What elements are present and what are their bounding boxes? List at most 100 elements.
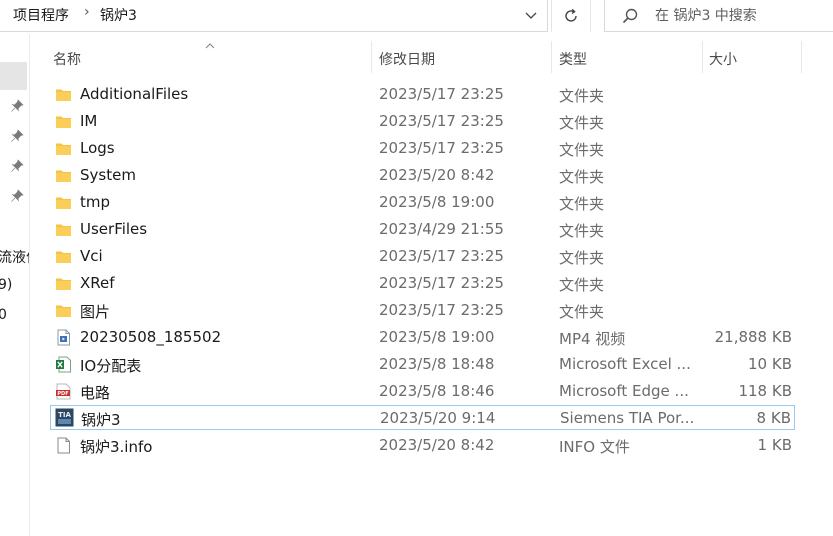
pdf-file-icon: PDF — [55, 383, 72, 400]
file-type: 文件夹 — [559, 168, 605, 186]
file-row[interactable]: IO分配表 2023/5/8 18:48 Microsoft Excel ... 10… — [50, 352, 795, 377]
breadcrumb-separator[interactable]: › — [84, 4, 90, 20]
file-name: Vci — [80, 247, 103, 265]
file-name: 锅炉3 — [81, 411, 121, 429]
sort-ascending-icon — [204, 38, 216, 54]
file-modified-date: 2023/5/8 18:48 — [379, 355, 495, 373]
column-divider[interactable] — [371, 41, 372, 73]
file-type: INFO 文件 — [559, 438, 630, 456]
nav-item-label[interactable]: 0 — [0, 307, 7, 323]
column-headers: 名称 修改日期 类型 大小 — [30, 38, 833, 76]
video-file-icon — [55, 329, 72, 346]
file-type: 文件夹 — [559, 222, 605, 240]
pin-icon[interactable] — [10, 159, 24, 173]
column-header-size[interactable]: 大小 — [709, 49, 737, 69]
search-input[interactable]: 在 锅炉3 中搜索 — [604, 0, 833, 32]
navigation-pane: 流液位 9) 0 — [0, 34, 30, 536]
file-row[interactable]: Vci 2023/5/17 23:25 文件夹 — [50, 244, 795, 269]
file-name: AdditionalFiles — [80, 85, 189, 103]
file-row[interactable]: Logs 2023/5/17 23:25 文件夹 — [50, 136, 795, 161]
file-modified-date: 2023/5/17 23:25 — [379, 85, 504, 103]
file-row[interactable]: AdditionalFiles 2023/5/17 23:25 文件夹 — [50, 82, 795, 107]
file-type: Microsoft Excel ... — [559, 355, 691, 373]
folder-icon — [55, 248, 72, 265]
file-name: UserFiles — [80, 220, 148, 238]
column-divider[interactable] — [702, 41, 703, 73]
file-modified-date: 2023/5/17 23:25 — [379, 274, 504, 292]
folder-icon — [55, 86, 72, 103]
file-type: MP4 视频 — [559, 330, 626, 348]
file-name: 电路 — [80, 384, 111, 402]
file-modified-date: 2023/5/17 23:25 — [379, 139, 504, 157]
file-modified-date: 2023/5/20 9:14 — [380, 409, 496, 427]
folder-icon — [55, 167, 72, 184]
file-name: 20230508_185502 — [80, 328, 222, 346]
file-name: tmp — [80, 193, 111, 211]
file-row[interactable]: PDF 电路 2023/5/8 18:46 Microsoft Edge ... 118… — [50, 379, 795, 404]
file-modified-date: 2023/5/17 23:25 — [379, 247, 504, 265]
file-modified-date: 2023/5/8 19:00 — [379, 328, 495, 346]
file-name: 图片 — [80, 303, 111, 321]
file-row[interactable]: TIA 锅炉3 2023/5/20 9:14 Siemens TIA Por... 8 … — [50, 405, 795, 430]
file-row[interactable]: tmp 2023/5/8 19:00 文件夹 — [50, 190, 795, 215]
nav-item-label[interactable]: 流液位 — [0, 247, 29, 267]
file-row[interactable]: IM 2023/5/17 23:25 文件夹 — [50, 109, 795, 134]
file-type: Siemens TIA Por... — [560, 409, 695, 427]
file-type: 文件夹 — [559, 114, 605, 132]
file-name: IO分配表 — [80, 357, 142, 375]
refresh-icon[interactable] — [556, 2, 586, 30]
file-modified-date: 2023/5/17 23:25 — [379, 301, 504, 319]
file-modified-date: 2023/5/20 8:42 — [379, 166, 495, 184]
file-row[interactable]: 图片 2023/5/17 23:25 文件夹 — [50, 298, 795, 323]
file-size: 118 KB — [738, 382, 792, 400]
file-type: 文件夹 — [559, 303, 605, 321]
column-header-date[interactable]: 修改日期 — [379, 49, 435, 69]
file-size: 1 KB — [757, 436, 792, 454]
file-row[interactable]: System 2023/5/20 8:42 文件夹 — [50, 163, 795, 188]
file-size: 8 KB — [756, 409, 791, 427]
file-size: 10 KB — [748, 355, 792, 373]
file-name: System — [80, 166, 136, 184]
file-row[interactable]: XRef 2023/5/17 23:25 文件夹 — [50, 271, 795, 296]
pin-icon[interactable] — [10, 99, 24, 113]
file-name: 锅炉3.info — [80, 438, 153, 456]
address-bar[interactable]: 项目程序 › 锅炉3 — [0, 0, 548, 32]
search-icon — [621, 7, 639, 29]
file-type: 文件夹 — [559, 249, 605, 267]
nav-item-label[interactable]: 9) — [0, 277, 12, 293]
svg-text:TIA: TIA — [58, 411, 71, 419]
chevron-down-icon[interactable] — [517, 1, 545, 29]
file-row[interactable]: 20230508_185502 2023/5/8 19:00 MP4 视频 21,88… — [50, 325, 795, 350]
folder-icon — [55, 221, 72, 238]
folder-icon — [55, 302, 72, 319]
divider — [551, 0, 552, 32]
top-bar: 项目程序 › 锅炉3 在 锅炉3 中搜索 — [0, 0, 833, 34]
folder-icon — [55, 140, 72, 157]
breadcrumb-item-current-folder[interactable]: 锅炉3 — [100, 5, 137, 25]
file-modified-date: 2023/4/29 21:55 — [379, 220, 504, 238]
blank-file-icon — [55, 437, 72, 454]
breadcrumb-item-project-programs[interactable]: 项目程序 — [13, 5, 69, 25]
column-divider[interactable] — [801, 41, 802, 73]
file-name: XRef — [80, 274, 115, 292]
search-placeholder: 在 锅炉3 中搜索 — [655, 8, 757, 24]
column-header-name[interactable]: 名称 — [53, 49, 81, 69]
file-size: 21,888 KB — [714, 328, 792, 346]
folder-icon — [55, 275, 72, 292]
file-modified-date: 2023/5/17 23:25 — [379, 112, 504, 130]
pin-icon[interactable] — [10, 129, 24, 143]
file-modified-date: 2023/5/8 18:46 — [379, 382, 495, 400]
pin-icon[interactable] — [10, 189, 24, 203]
tia-portal-file-icon: TIA — [55, 408, 74, 427]
column-header-type[interactable]: 类型 — [559, 49, 587, 69]
file-type: Microsoft Edge ... — [559, 382, 689, 400]
excel-file-icon — [55, 356, 72, 373]
file-row[interactable]: UserFiles 2023/4/29 21:55 文件夹 — [50, 217, 795, 242]
file-type: 文件夹 — [559, 195, 605, 213]
column-divider[interactable] — [551, 41, 552, 73]
file-type: 文件夹 — [559, 276, 605, 294]
file-modified-date: 2023/5/20 8:42 — [379, 436, 495, 454]
nav-item-selected[interactable] — [0, 62, 27, 90]
file-row[interactable]: 锅炉3.info 2023/5/20 8:42 INFO 文件 1 KB — [50, 433, 795, 458]
folder-icon — [55, 113, 72, 130]
